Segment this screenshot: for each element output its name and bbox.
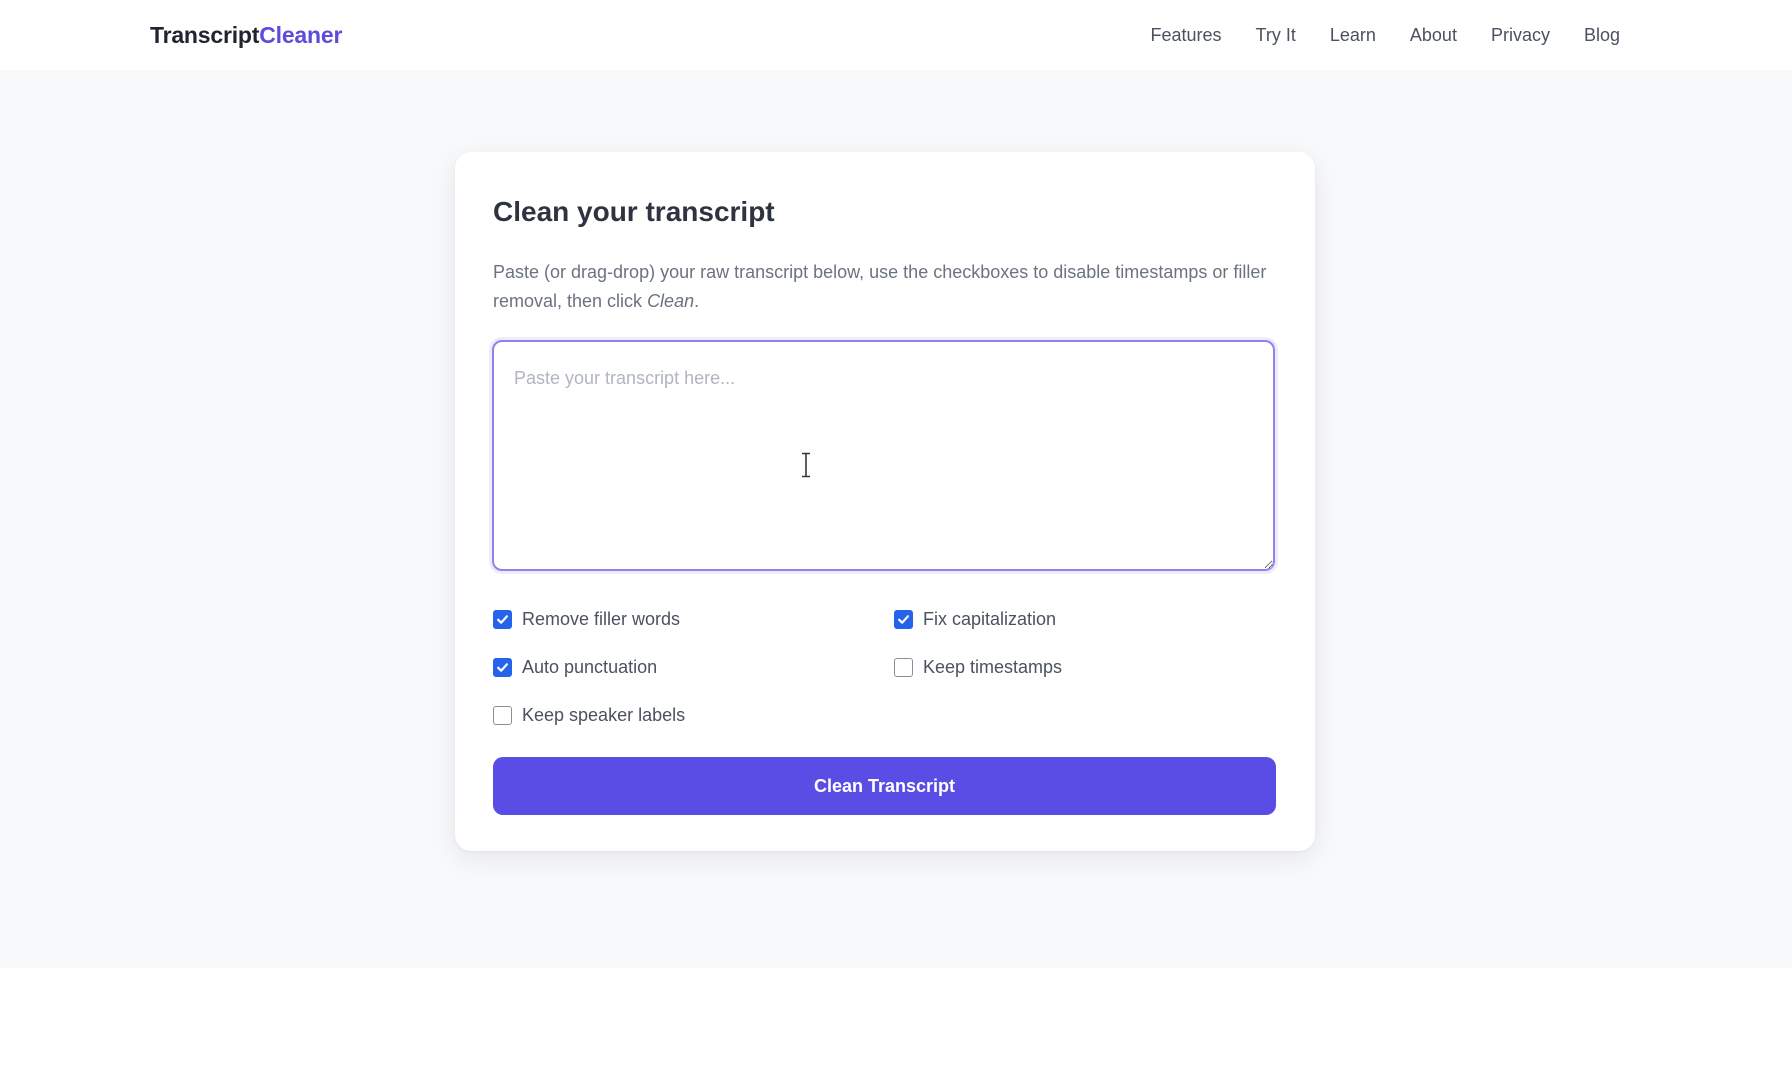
card-title: Clean your transcript: [493, 196, 775, 227]
clean-transcript-button[interactable]: Clean Transcript: [493, 757, 1276, 815]
option-remove-filler-words[interactable]: Remove filler words: [493, 607, 894, 631]
option-auto-punctuation[interactable]: Auto punctuation: [493, 655, 894, 679]
logo-primary: Transcript: [150, 22, 260, 48]
remove-filler-words-label: Remove filler words: [522, 608, 681, 629]
auto-punctuation-label: Auto punctuation: [522, 656, 658, 677]
top-navbar: TranscriptCleaner Features Try It Learn …: [0, 0, 1792, 70]
remove-filler-words-checkbox[interactable]: [493, 609, 512, 629]
auto-punctuation-checkbox[interactable]: [493, 657, 512, 677]
nav-link-privacy[interactable]: Privacy: [1491, 25, 1550, 46]
keep-speaker-labels-label: Keep speaker labels: [522, 704, 686, 725]
transcript-input[interactable]: [492, 340, 1275, 571]
check-icon: [497, 662, 508, 672]
nav-link-about[interactable]: About: [1410, 25, 1457, 46]
option-fix-capitalization[interactable]: Fix capitalization: [894, 607, 1283, 631]
fix-capitalization-checkbox[interactable]: [894, 609, 913, 629]
check-icon: [898, 614, 909, 624]
keep-timestamps-checkbox[interactable]: [894, 657, 913, 677]
logo-accent: Cleaner: [259, 22, 343, 48]
transcript-card: Clean your transcript Paste (or drag-dro…: [455, 152, 1315, 851]
page-footer-area: [0, 968, 1792, 1076]
logo[interactable]: TranscriptCleaner: [150, 22, 342, 49]
check-icon: [497, 614, 508, 624]
card-description: Paste (or drag-drop) your raw transcript…: [493, 258, 1283, 316]
keep-timestamps-label: Keep timestamps: [923, 656, 1063, 677]
nav-link-try-it[interactable]: Try It: [1256, 25, 1296, 46]
transcript-input-wrap: [492, 340, 1275, 571]
keep-speaker-labels-checkbox[interactable]: [493, 705, 512, 725]
main-area: Clean your transcript Paste (or drag-dro…: [0, 70, 1792, 968]
description-text: Paste (or drag-drop) your raw transcript…: [493, 262, 1267, 311]
nav-link-blog[interactable]: Blog: [1584, 25, 1620, 46]
fix-capitalization-label: Fix capitalization: [923, 608, 1057, 629]
option-keep-speaker-labels[interactable]: Keep speaker labels: [493, 703, 894, 727]
main-nav: Features Try It Learn About Privacy Blog: [1150, 25, 1620, 46]
nav-link-learn[interactable]: Learn: [1330, 25, 1376, 46]
options-grid: Remove filler words Fix capitalization A…: [493, 607, 1283, 727]
description-emphasis: Clean: [647, 291, 695, 311]
nav-link-features[interactable]: Features: [1150, 25, 1221, 46]
option-keep-timestamps[interactable]: Keep timestamps: [894, 655, 1283, 679]
description-end: .: [694, 291, 700, 311]
